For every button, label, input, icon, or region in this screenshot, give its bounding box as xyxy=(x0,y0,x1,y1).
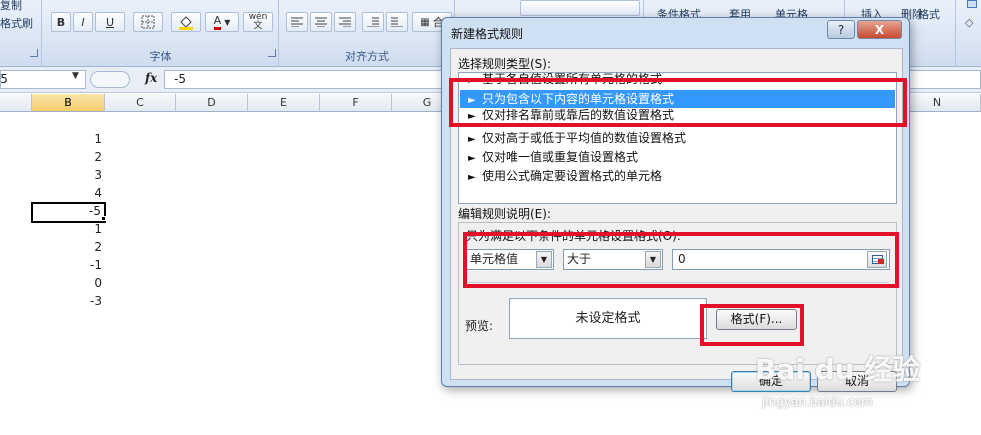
merge-icon: ▦ xyxy=(420,16,430,28)
rule-type-item[interactable]: ► 仅对唯一值或重复值设置格式 xyxy=(460,148,895,166)
table-cell[interactable]: -3 xyxy=(32,292,105,311)
clipboard-launcher-icon[interactable] xyxy=(30,49,38,57)
table-cell[interactable]: 1 xyxy=(32,130,105,149)
column-header-f[interactable]: F xyxy=(320,94,392,112)
close-icon: X xyxy=(874,22,885,37)
rule-type-item[interactable]: ► 仅对高于或低于平均值的数值设置格式 xyxy=(460,129,895,147)
close-button[interactable]: X xyxy=(857,20,902,39)
column-header-c[interactable]: C xyxy=(105,94,176,112)
fill-handle[interactable] xyxy=(101,216,106,221)
align-center-icon xyxy=(315,17,327,27)
row-header-column[interactable] xyxy=(0,94,32,112)
chevron-down-icon: ▼ xyxy=(224,17,231,27)
baidu-logo: Bai du 经验 xyxy=(755,353,921,386)
dialog-title: 新建格式规则 xyxy=(451,27,524,41)
decrease-indent-button[interactable] xyxy=(362,12,384,32)
align-left-icon xyxy=(291,17,303,27)
table-cell[interactable]: 2 xyxy=(32,148,105,167)
formula-bar-zoom[interactable] xyxy=(90,71,130,88)
alignment-group-label: 对齐方式 xyxy=(345,50,389,63)
column-header-b[interactable]: B xyxy=(32,94,105,112)
chevron-down-icon[interactable]: ▼ xyxy=(72,71,79,81)
table-cell[interactable]: 3 xyxy=(32,166,105,185)
table-cell[interactable]: 2 xyxy=(32,238,105,257)
paint-bucket-icon xyxy=(179,16,193,30)
column-header-d[interactable]: D xyxy=(176,94,248,112)
highlight-format-button xyxy=(700,304,804,346)
copy-button[interactable]: 复制 xyxy=(0,0,22,13)
phonetic-button[interactable]: wén 文 xyxy=(243,12,273,32)
align-left-button[interactable] xyxy=(286,12,308,32)
edit-rule-description-label: 编辑规则说明(E): xyxy=(458,207,551,221)
number-format-combo[interactable] xyxy=(520,0,640,16)
triangle-right-icon: ► xyxy=(468,134,476,145)
format-painter-button[interactable]: 格式刷 xyxy=(0,15,33,31)
sort-icon[interactable] xyxy=(967,0,977,8)
help-icon: ? xyxy=(837,22,845,37)
increase-indent-button[interactable] xyxy=(386,12,408,32)
triangle-right-icon: ► xyxy=(468,153,476,164)
alignment-group: ▦ 合 对齐方式 xyxy=(280,0,455,67)
align-right-icon xyxy=(339,17,351,27)
preview-box: 未设定格式 xyxy=(509,298,707,339)
align-center-button[interactable] xyxy=(310,12,332,32)
indent-icon xyxy=(367,17,379,27)
function-icon[interactable]: fx xyxy=(145,71,157,85)
help-button[interactable]: ? xyxy=(827,20,855,39)
border-icon xyxy=(141,15,155,29)
new-format-rule-dialog: 新建格式规则 ? X 选择规则类型(S): ► 基于各自值设置所有单元格的格式 ►… xyxy=(441,17,910,392)
dialog-titlebar[interactable]: 新建格式规则 ? X xyxy=(442,18,909,46)
clipboard-group: 复制 格式刷 xyxy=(0,0,42,67)
highlight-condition-row xyxy=(463,232,899,288)
baidu-watermark: Bai du 经验 jingyan.baidu.com xyxy=(755,348,921,409)
eraser-icon[interactable]: ◇ xyxy=(965,16,973,29)
outdent-icon xyxy=(391,17,403,27)
table-cell[interactable]: 1 xyxy=(32,220,105,239)
highlight-rule-type xyxy=(449,78,907,127)
underline-button[interactable]: U xyxy=(95,12,125,32)
italic-button[interactable]: I xyxy=(73,12,93,32)
font-group: B I U A ▼ wén 文 字体 xyxy=(43,0,279,67)
table-cell[interactable]: 0 xyxy=(32,274,105,293)
format-cells-button[interactable]: 格式 xyxy=(918,6,940,22)
align-right-button[interactable] xyxy=(334,12,356,32)
preview-label: 预览: xyxy=(465,319,494,333)
watermark-url: jingyan.baidu.com xyxy=(762,395,873,409)
table-cell[interactable]: -1 xyxy=(32,256,105,275)
bold-button[interactable]: B xyxy=(51,12,71,32)
font-color-button[interactable]: A ▼ xyxy=(205,12,239,32)
border-button[interactable] xyxy=(133,12,163,32)
rule-type-item[interactable]: ► 使用公式确定要设置格式的单元格 xyxy=(460,167,895,185)
triangle-right-icon: ► xyxy=(468,172,476,183)
table-cell[interactable]: 4 xyxy=(32,184,105,203)
font-launcher-icon[interactable] xyxy=(268,49,276,57)
font-group-label: 字体 xyxy=(149,50,172,63)
column-header-e[interactable]: E xyxy=(248,94,320,112)
fill-color-button[interactable] xyxy=(171,12,201,32)
